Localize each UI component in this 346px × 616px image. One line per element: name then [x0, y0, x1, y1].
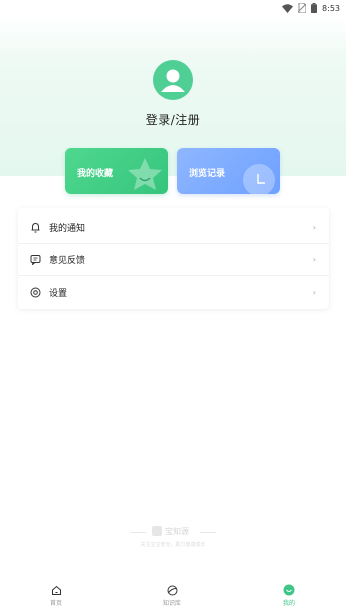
user-icon [161, 69, 185, 92]
tab-profile[interactable]: 我的 [259, 584, 319, 607]
settings-menu: 我的通知 › 意见反馈 › 设置 › [18, 208, 329, 309]
menu-item-label: 我的通知 [49, 224, 86, 234]
menu-item-label: 意见反馈 [49, 256, 86, 266]
bell-icon [29, 222, 41, 234]
tab-label: 首页 [49, 600, 62, 607]
status-time: 8:53 [322, 3, 340, 13]
login-register-link[interactable]: 登录/注册 [0, 111, 346, 128]
tab-knowledge[interactable]: 知识库 [142, 584, 202, 607]
tab-label: 我的 [282, 600, 295, 607]
divider [200, 532, 216, 533]
menu-item-settings[interactable]: 设置 › [18, 276, 329, 308]
brand-watermark: 宝知源 关注宝宝安全，助力健康成长 [0, 524, 346, 554]
brand-name: 宝知源 [165, 527, 189, 536]
settings-icon [29, 286, 41, 298]
star-icon [128, 158, 162, 190]
feedback-icon [29, 254, 41, 266]
history-card[interactable]: 浏览记录 [177, 148, 280, 194]
avatar[interactable] [153, 60, 193, 100]
no-sim-icon [298, 3, 307, 13]
chevron-right-icon: › [312, 287, 316, 297]
favorites-label: 我的收藏 [77, 169, 114, 179]
bottom-tab-bar: 首页 知识库 我的 [0, 580, 346, 616]
brand-logo-icon [152, 526, 162, 536]
wifi-icon [282, 3, 294, 13]
chevron-right-icon: › [312, 255, 316, 264]
divider [130, 532, 146, 533]
home-icon [50, 584, 62, 596]
clock-icon [243, 164, 275, 194]
chevron-right-icon: › [312, 223, 316, 232]
menu-item-label: 设置 [49, 288, 68, 299]
history-label: 浏览记录 [189, 169, 226, 179]
menu-item-feedback[interactable]: 意见反馈 › [18, 244, 329, 276]
profile-icon [283, 584, 295, 596]
brand-slogan: 关注宝宝安全，助力健康成长 [140, 542, 206, 548]
battery-icon [311, 3, 318, 13]
tab-home[interactable]: 首页 [26, 584, 86, 607]
knowledge-icon [166, 584, 178, 596]
menu-item-notifications[interactable]: 我的通知 › [18, 212, 329, 244]
favorites-card[interactable]: 我的收藏 [65, 148, 168, 194]
status-bar: 8:53 [0, 0, 346, 16]
tab-label: 知识库 [162, 600, 181, 607]
